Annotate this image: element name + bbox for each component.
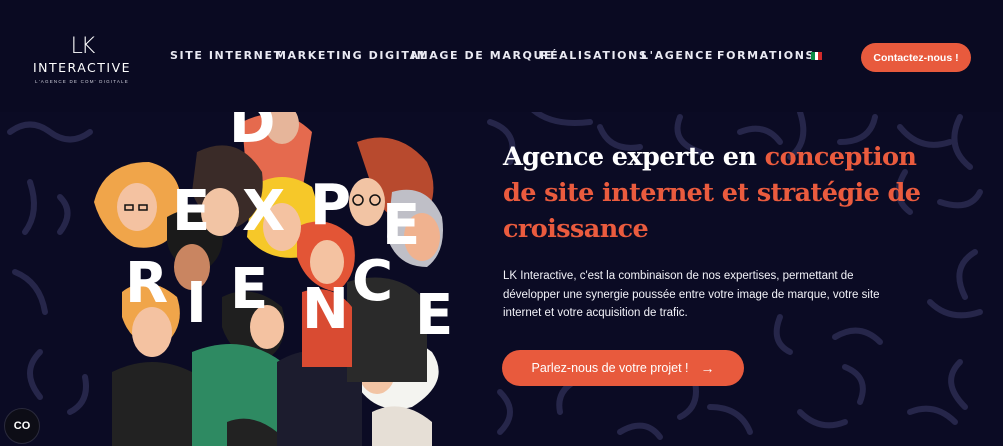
logo-mark: LK — [70, 34, 96, 59]
letter-d: D — [229, 112, 275, 156]
letter-e: E — [172, 179, 210, 244]
brand-logo[interactable]: LK INTERACTIVE L'AGENCE DE COM' DIGITALE — [30, 34, 134, 96]
headline-text: Agence experte en — [503, 142, 765, 172]
project-cta-button[interactable]: Parlez-nous de votre projet ! → — [502, 350, 744, 386]
mexico-flag-icon[interactable] — [811, 52, 823, 60]
letter-r: R — [125, 251, 168, 316]
arrow-right-icon: → — [700, 360, 715, 376]
hero-headline: Agence experte en conception de site int… — [503, 139, 923, 247]
hero-illustration: D E X P E R I E N C E E — [94, 112, 453, 446]
nav-item-marketing-digital[interactable]: MARKETING DIGITAL — [275, 49, 428, 62]
chat-widget-button[interactable]: CO — [4, 408, 40, 444]
hero-description: LK Interactive, c'est la combinaison de … — [503, 270, 880, 319]
logo-tagline: L'AGENCE DE COM' DIGITALE — [35, 79, 129, 84]
nav-item-realisations[interactable]: RÉALISATIONS — [540, 49, 648, 62]
letter-x: X — [242, 179, 285, 244]
nav-item-formations[interactable]: FORMATIONS — [717, 49, 815, 62]
logo-name: INTERACTIVE — [32, 60, 132, 75]
nav-item-image-de-marque[interactable]: IMAGE DE MARQUE — [411, 49, 553, 62]
letter-n: N — [302, 277, 349, 342]
contact-button[interactable]: Contactez-nous ! — [861, 43, 971, 72]
project-cta-label: Parlez-nous de votre projet ! — [531, 361, 689, 375]
letter-e3: E — [230, 257, 268, 322]
nav-item-site-internet[interactable]: SITE INTERNET — [170, 49, 283, 62]
nav-item-agence[interactable]: L'AGENCE — [641, 49, 714, 62]
hero-section: D E X P E R I E N C E E Agence experte e… — [0, 112, 1003, 446]
letter-p: P — [310, 173, 351, 238]
site-header: LK INTERACTIVE L'AGENCE DE COM' DIGITALE… — [0, 0, 1003, 112]
letter-e4: E — [415, 283, 453, 348]
letter-c: C — [352, 249, 393, 314]
letter-i: I — [186, 271, 207, 336]
